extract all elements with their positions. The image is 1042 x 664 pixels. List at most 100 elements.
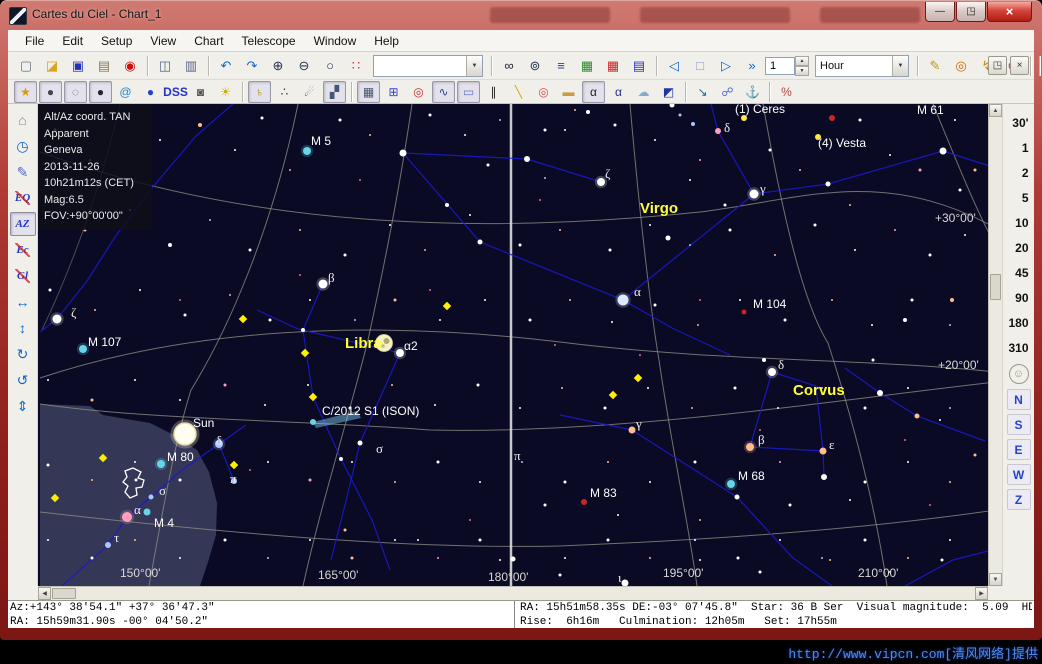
link-charts-icon[interactable]: ☍ bbox=[716, 81, 739, 103]
sky-brightness-icon[interactable]: ☀ bbox=[214, 81, 237, 103]
object-search-combo[interactable]: ▼ bbox=[373, 55, 483, 77]
compass-rose-icon[interactable]: ◎ bbox=[407, 81, 430, 103]
vertical-scroll-thumb[interactable] bbox=[990, 274, 1001, 300]
animate-icon[interactable]: » bbox=[740, 54, 764, 78]
object-labels-icon[interactable]: α bbox=[582, 81, 605, 103]
redo-icon[interactable]: ↷ bbox=[240, 54, 264, 78]
save-chart-icon[interactable]: ▣ bbox=[66, 54, 90, 78]
constellation-boundaries-icon[interactable]: ▭ bbox=[457, 81, 480, 103]
show-nebulae-icon[interactable]: ◌ bbox=[64, 81, 87, 103]
horizontal-scroll-thumb[interactable] bbox=[52, 588, 76, 599]
observatory-setup-icon[interactable]: ⌂ bbox=[10, 108, 36, 132]
menu-chart[interactable]: Chart bbox=[185, 32, 232, 50]
title-bar[interactable]: Cartes du Ciel - Chart_1 — ◳ × bbox=[0, 0, 1042, 30]
measure-distance-icon[interactable]: ▬ bbox=[557, 81, 580, 103]
edit-labels-icon[interactable]: α bbox=[607, 81, 630, 103]
coord-ecliptic-button[interactable]: Ec bbox=[10, 238, 36, 262]
chevron-down-icon[interactable]: ▼ bbox=[892, 56, 908, 76]
fov-button-20[interactable]: 20 bbox=[1005, 235, 1033, 260]
observatory-location-icon[interactable]: ◉ bbox=[118, 54, 142, 78]
rotate-clockwise-icon[interactable]: ↻ bbox=[10, 342, 36, 366]
window-layout-icon[interactable]: ▥ bbox=[179, 54, 203, 78]
mirror-horizontal-icon[interactable]: ↔ bbox=[10, 290, 36, 314]
menu-file[interactable]: File bbox=[16, 32, 53, 50]
zoom-in-icon[interactable]: ⊕ bbox=[266, 54, 290, 78]
direction-button-w[interactable]: W bbox=[1007, 464, 1031, 485]
milky-way-icon[interactable]: ▞ bbox=[323, 81, 346, 103]
sky-chart[interactable]: VirgoLibraCorvusM 5(1) CeresM 61(4) Vest… bbox=[38, 104, 988, 586]
object-list-icon[interactable]: ≡ bbox=[549, 54, 573, 78]
fov-button-90[interactable]: 90 bbox=[1005, 285, 1033, 310]
spinner-down-icon[interactable]: ▼ bbox=[795, 66, 809, 76]
direction-button-s[interactable]: S bbox=[1007, 414, 1031, 435]
undo-icon[interactable]: ↶ bbox=[214, 54, 238, 78]
zoom-window-icon[interactable]: ○ bbox=[318, 54, 342, 78]
detach-chart-icon[interactable]: ↘ bbox=[691, 81, 714, 103]
coord-altaz-button[interactable]: AZ bbox=[10, 212, 36, 236]
menu-telescope[interactable]: Telescope bbox=[233, 32, 305, 50]
menu-window[interactable]: Window bbox=[305, 32, 366, 50]
atmosphere-icon[interactable]: ☁ bbox=[632, 81, 655, 103]
legend-icon[interactable]: ▤ bbox=[627, 54, 651, 78]
stop-animation-icon[interactable]: □ bbox=[688, 54, 712, 78]
chart-config-icon[interactable]: ✎ bbox=[10, 160, 36, 184]
open-chart-icon[interactable]: ◪ bbox=[40, 54, 64, 78]
show-asteroids-icon[interactable]: ∴ bbox=[273, 81, 296, 103]
show-planets-icon[interactable]: ♄ bbox=[248, 81, 271, 103]
time-step-input[interactable] bbox=[765, 57, 795, 75]
proportional-size-icon[interactable]: % bbox=[775, 81, 798, 103]
show-spiral-galaxies-icon[interactable]: @ bbox=[114, 81, 137, 103]
image-overlay-icon[interactable]: ◙ bbox=[189, 81, 212, 103]
night-vision-icon[interactable]: ◩ bbox=[657, 81, 680, 103]
grid-altaz-icon[interactable]: ▦ bbox=[357, 81, 380, 103]
coord-galactic-button[interactable]: Gl bbox=[10, 264, 36, 288]
zoom-out-icon[interactable]: ⊖ bbox=[292, 54, 316, 78]
direction-button-e[interactable]: E bbox=[1007, 439, 1031, 460]
vertical-scrollbar[interactable]: ▲ ▼ bbox=[988, 104, 1002, 586]
grid-equatorial-icon[interactable]: ⊞ bbox=[382, 81, 405, 103]
scroll-down-icon[interactable]: ▼ bbox=[989, 573, 1002, 586]
copy-chart-icon[interactable]: ◫ bbox=[153, 54, 177, 78]
show-lines-icon[interactable]: ∥ bbox=[482, 81, 505, 103]
finder-circles-icon[interactable]: ◎ bbox=[532, 81, 555, 103]
fov-button-2[interactable]: 2 bbox=[1005, 160, 1033, 185]
field-height-icon[interactable]: ⇕ bbox=[10, 394, 36, 418]
maximize-button[interactable]: ◳ bbox=[956, 2, 986, 22]
fov-button-5[interactable]: 5 bbox=[1005, 185, 1033, 210]
step-forward-icon[interactable]: ▷ bbox=[714, 54, 738, 78]
fov-button-45[interactable]: 45 bbox=[1005, 260, 1033, 285]
search-binoculars-icon[interactable]: ∞ bbox=[497, 54, 521, 78]
coord-equatorial-button[interactable]: EQ bbox=[10, 186, 36, 210]
show-comets-icon[interactable]: ☄ bbox=[298, 81, 321, 103]
time-unit-select[interactable]: Hour ▼ bbox=[815, 55, 909, 77]
rotate-counterclockwise-icon[interactable]: ↺ bbox=[10, 368, 36, 392]
scroll-right-icon[interactable]: ▶ bbox=[975, 587, 988, 600]
star-display-dots-icon[interactable]: ∷ bbox=[344, 54, 368, 78]
fov-button-180[interactable]: 180 bbox=[1005, 310, 1033, 335]
dss-background-icon[interactable]: DSS bbox=[164, 81, 187, 103]
show-planetary-nebulae-icon[interactable]: ● bbox=[89, 81, 112, 103]
time-step-spinner[interactable]: ▲ ▼ bbox=[795, 56, 809, 76]
full-sky-icon[interactable]: ☺ bbox=[1009, 364, 1029, 384]
direction-button-n[interactable]: N bbox=[1007, 389, 1031, 410]
sky-chart-canvas[interactable]: VirgoLibraCorvusM 5(1) CeresM 61(4) Vest… bbox=[38, 104, 988, 586]
close-button[interactable]: × bbox=[987, 2, 1032, 22]
horizontal-scrollbar[interactable]: ◀ ▶ bbox=[38, 586, 988, 600]
telescope-mark-icon[interactable]: ✎ bbox=[923, 54, 947, 78]
menu-help[interactable]: Help bbox=[365, 32, 408, 50]
lock-chart-icon[interactable]: ⚓ bbox=[741, 81, 764, 103]
telescope-center-icon[interactable]: ◎ bbox=[949, 54, 973, 78]
menu-edit[interactable]: Edit bbox=[53, 32, 92, 50]
menu-view[interactable]: View bbox=[141, 32, 185, 50]
chart-close-button[interactable]: × bbox=[1010, 56, 1029, 75]
date-time-icon[interactable]: ◷ bbox=[10, 134, 36, 158]
chart-restore-button[interactable]: ◳ bbox=[988, 56, 1007, 75]
ephemerides-calendar-icon[interactable]: ▦ bbox=[601, 54, 625, 78]
fov-button-1[interactable]: 1 bbox=[1005, 135, 1033, 160]
chevron-down-icon[interactable]: ▼ bbox=[466, 56, 482, 76]
fov-button-310[interactable]: 310 bbox=[1005, 335, 1033, 360]
advanced-search-icon[interactable]: ⊚ bbox=[523, 54, 547, 78]
scroll-left-icon[interactable]: ◀ bbox=[38, 587, 51, 600]
mirror-vertical-icon[interactable]: ↕ bbox=[10, 316, 36, 340]
star-lines-icon[interactable]: ╲ bbox=[507, 81, 530, 103]
